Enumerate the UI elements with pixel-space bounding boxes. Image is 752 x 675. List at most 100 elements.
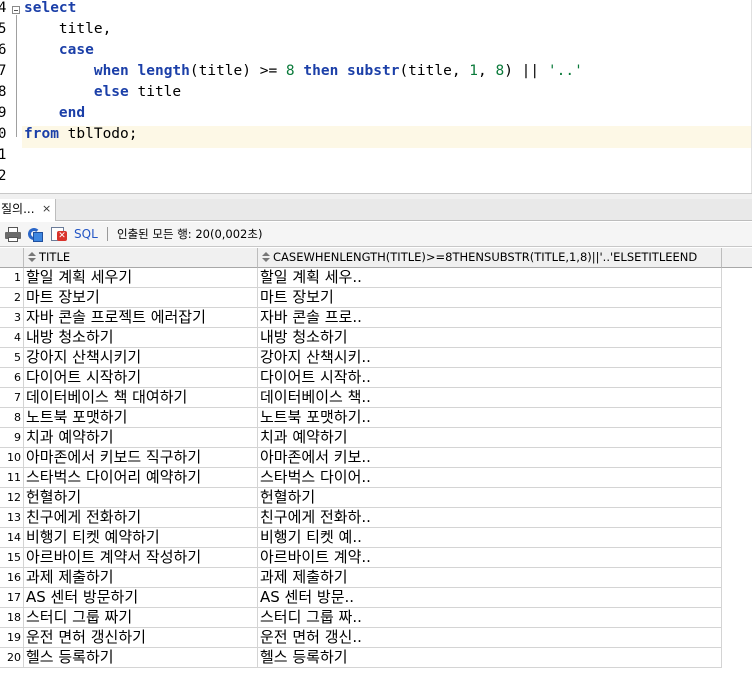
line-number: 1 (0, 147, 7, 163)
table-row[interactable]: 1 할일 계획 세우기 할일 계획 세우.. (0, 268, 722, 288)
cell-title[interactable]: 강아지 산책시키기 (24, 348, 258, 367)
cell-title[interactable]: 마트 장보기 (24, 288, 258, 307)
row-number: 6 (0, 368, 24, 387)
table-row[interactable]: 4 내방 청소하기 내방 청소하기 (0, 328, 722, 348)
cell-case-result[interactable]: 헌혈하기 (258, 488, 722, 507)
cell-title[interactable]: 스터디 그룹 짜기 (24, 608, 258, 627)
code-line[interactable]: end (24, 103, 85, 124)
cell-case-result[interactable]: 아마존에서 키보.. (258, 448, 722, 467)
table-row[interactable]: 14 비행기 티켓 예약하기 비행기 티켓 예.. (0, 528, 722, 548)
cell-title[interactable]: 헌혈하기 (24, 488, 258, 507)
fold-guide (16, 15, 17, 137)
cell-case-result[interactable]: 친구에게 전화하.. (258, 508, 722, 527)
table-row[interactable]: 7 데이터베이스 책 대여하기 데이터베이스 책.. (0, 388, 722, 408)
cell-title[interactable]: AS 센터 방문하기 (24, 588, 258, 607)
cell-title[interactable]: 친구에게 전화하기 (24, 508, 258, 527)
cell-case-result[interactable]: 마트 장보기 (258, 288, 722, 307)
row-number: 15 (0, 548, 24, 567)
sql-editor[interactable]: 4 5 6 7 8 9 0 1 2 select title, case when length… (0, 0, 752, 193)
cell-case-result[interactable]: 자바 콘솔 프로.. (258, 308, 722, 327)
table-row[interactable]: 16 과제 제출하기 과제 제출하기 (0, 568, 722, 588)
refresh-icon[interactable] (27, 226, 43, 242)
table-row[interactable]: 17 AS 센터 방문하기 AS 센터 방문.. (0, 588, 722, 608)
cell-case-result[interactable]: 스타벅스 다이어.. (258, 468, 722, 487)
cell-case-result[interactable]: 내방 청소하기 (258, 328, 722, 347)
table-row[interactable]: 10 아마존에서 키보드 직구하기 아마존에서 키보.. (0, 448, 722, 468)
cell-title[interactable]: 스타벅스 다이어리 예약하기 (24, 468, 258, 487)
line-number-gutter: 4 5 6 7 8 9 0 1 2 (0, 0, 22, 193)
code-line[interactable]: else title (24, 82, 181, 103)
sql-text: (title) >= (189, 63, 286, 79)
column-header-title[interactable]: TITLE (24, 248, 258, 268)
code-line[interactable]: select (24, 0, 76, 19)
sql-keyword: when (93, 63, 129, 79)
table-row[interactable]: 19 운전 면허 갱신하기 운전 면허 갱신.. (0, 628, 722, 648)
cell-case-result[interactable]: 치과 예약하기 (258, 428, 722, 447)
sort-icon[interactable] (28, 251, 36, 262)
cell-case-result[interactable]: 강아지 산책시키.. (258, 348, 722, 367)
cell-title[interactable]: 운전 면허 갱신하기 (24, 628, 258, 647)
cell-case-result[interactable]: 데이터베이스 책.. (258, 388, 722, 407)
column-header-case[interactable]: CASEWHENLENGTH(TITLE)>=8THENSUBSTR(TITLE… (258, 248, 722, 268)
cell-case-result[interactable]: AS 센터 방문.. (258, 588, 722, 607)
table-row[interactable]: 6 다이어트 시작하기 다이어트 시작하.. (0, 368, 722, 388)
sql-button[interactable]: SQL (74, 222, 98, 246)
cell-case-result[interactable]: 비행기 티켓 예.. (258, 528, 722, 547)
cell-title[interactable]: 비행기 티켓 예약하기 (24, 528, 258, 547)
sql-text: title (128, 84, 182, 100)
fold-toggle-icon[interactable] (12, 6, 20, 14)
code-line[interactable]: from tblTodo; (24, 124, 138, 145)
cancel-icon[interactable]: ✕ (51, 226, 67, 242)
row-number: 13 (0, 508, 24, 527)
row-number-header[interactable] (0, 248, 24, 268)
cell-title[interactable]: 내방 청소하기 (24, 328, 258, 347)
cell-case-result[interactable]: 할일 계획 세우.. (258, 268, 722, 287)
table-row[interactable]: 3 자바 콘솔 프로젝트 에러잡기 자바 콘솔 프로.. (0, 308, 722, 328)
table-row[interactable]: 13 친구에게 전화하기 친구에게 전화하.. (0, 508, 722, 528)
cell-title[interactable]: 치과 예약하기 (24, 428, 258, 447)
line-number: 8 (0, 84, 7, 100)
table-row[interactable]: 5 강아지 산책시키기 강아지 산책시키.. (0, 348, 722, 368)
results-grid[interactable]: TITLE CASEWHENLENGTH(TITLE)>=8THENSUBSTR… (0, 248, 752, 675)
code-line[interactable]: title, (24, 19, 111, 40)
tab-query-result[interactable]: 질의... × (0, 199, 56, 221)
cell-title[interactable]: 할일 계획 세우기 (24, 268, 258, 287)
cell-title[interactable]: 아마존에서 키보드 직구하기 (24, 448, 258, 467)
table-row[interactable]: 11 스타벅스 다이어리 예약하기 스타벅스 다이어.. (0, 468, 722, 488)
table-row[interactable]: 15 아르바이트 계약서 작성하기 아르바이트 계약.. (0, 548, 722, 568)
cell-title[interactable]: 과제 제출하기 (24, 568, 258, 587)
cell-case-result[interactable]: 다이어트 시작하.. (258, 368, 722, 387)
line-number: 7 (0, 63, 7, 79)
sort-icon[interactable] (262, 251, 270, 262)
code-line[interactable]: when length(title) >= 8 then substr(titl… (24, 61, 583, 82)
cell-title[interactable]: 자바 콘솔 프로젝트 에러잡기 (24, 308, 258, 327)
cell-title[interactable]: 아르바이트 계약서 작성하기 (24, 548, 258, 567)
table-row[interactable]: 20 헬스 등록하기 헬스 등록하기 (0, 648, 722, 668)
table-row[interactable]: 9 치과 예약하기 치과 예약하기 (0, 428, 722, 448)
cell-case-result[interactable]: 아르바이트 계약.. (258, 548, 722, 567)
cell-case-result[interactable]: 스터디 그룹 짜.. (258, 608, 722, 627)
table-row[interactable]: 18 스터디 그룹 짜기 스터디 그룹 짜.. (0, 608, 722, 628)
sql-text: title, (24, 21, 112, 37)
table-row[interactable]: 8 노트북 포맷하기 노트북 포맷하기.. (0, 408, 722, 428)
print-icon[interactable] (5, 226, 21, 242)
close-icon[interactable]: × (42, 199, 51, 219)
cell-case-result[interactable]: 헬스 등록하기 (258, 648, 722, 667)
code-line[interactable]: case (24, 40, 94, 61)
sql-keyword: length (137, 63, 190, 79)
table-row[interactable]: 2 마트 장보기 마트 장보기 (0, 288, 722, 308)
cell-title[interactable]: 데이터베이스 책 대여하기 (24, 388, 258, 407)
column-header-label: CASEWHENLENGTH(TITLE)>=8THENSUBSTR(TITLE… (273, 250, 698, 264)
cell-case-result[interactable]: 노트북 포맷하기.. (258, 408, 722, 427)
cell-title[interactable]: 노트북 포맷하기 (24, 408, 258, 427)
sql-keyword: else (93, 84, 129, 100)
cell-case-result[interactable]: 운전 면허 갱신.. (258, 628, 722, 647)
cell-title[interactable]: 다이어트 시작하기 (24, 368, 258, 387)
cell-title[interactable]: 헬스 등록하기 (24, 648, 258, 667)
cell-case-result[interactable]: 과제 제출하기 (258, 568, 722, 587)
table-row[interactable]: 12 헌혈하기 헌혈하기 (0, 488, 722, 508)
sql-literal: 8 (495, 63, 505, 79)
row-number: 2 (0, 288, 24, 307)
